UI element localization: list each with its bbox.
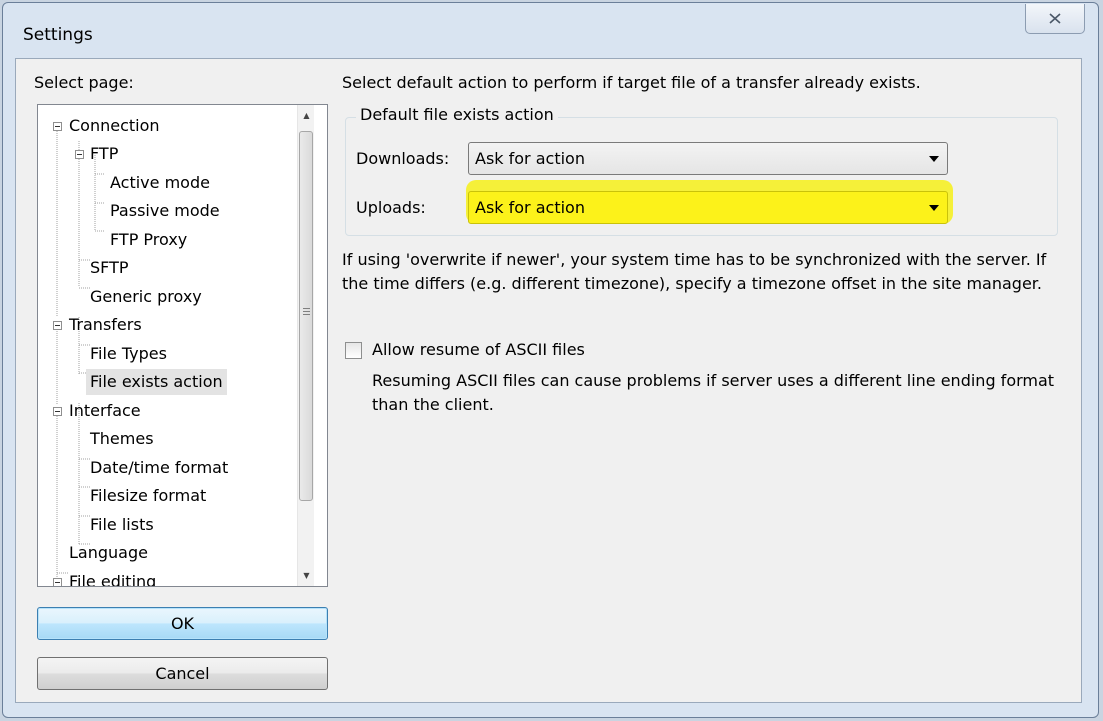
scroll-thumb[interactable] bbox=[299, 131, 313, 501]
tree-item-interface[interactable]: Interface bbox=[65, 398, 145, 424]
tree-item-themes[interactable]: Themes bbox=[86, 426, 158, 452]
downloads-value: Ask for action bbox=[475, 149, 585, 168]
tree-item-ftp[interactable]: FTP bbox=[86, 141, 122, 167]
dropdown-arrow-icon bbox=[929, 156, 939, 162]
tree-item-file-exists-action[interactable]: File exists action bbox=[86, 369, 227, 395]
resume-ascii-checkbox[interactable] bbox=[345, 342, 362, 359]
group-title: Default file exists action bbox=[356, 105, 558, 124]
dropdown-arrow-icon bbox=[929, 205, 939, 211]
downloads-select[interactable]: Ask for action bbox=[468, 142, 948, 175]
connection-collapse-icon[interactable] bbox=[53, 122, 62, 131]
intro-text: Select default action to perform if targ… bbox=[342, 73, 921, 92]
title-bar[interactable]: Settings bbox=[3, 3, 1098, 63]
scroll-down-arrow-icon[interactable]: ▼ bbox=[298, 567, 315, 584]
tree-item-file-types[interactable]: File Types bbox=[86, 341, 171, 367]
tree-item-ftp-proxy[interactable]: FTP Proxy bbox=[106, 227, 191, 253]
downloads-label: Downloads: bbox=[356, 149, 450, 168]
tree-item-generic-proxy[interactable]: Generic proxy bbox=[86, 284, 206, 310]
tree-item-passive-mode[interactable]: Passive mode bbox=[106, 198, 224, 224]
tree-scrollbar[interactable]: ▲ ▼ bbox=[297, 105, 314, 586]
uploads-select[interactable]: Ask for action bbox=[468, 191, 948, 224]
window-title: Settings bbox=[23, 25, 93, 45]
uploads-value: Ask for action bbox=[475, 198, 585, 217]
scroll-up-arrow-icon[interactable]: ▲ bbox=[298, 107, 315, 124]
interface-collapse-icon[interactable] bbox=[53, 407, 62, 416]
tree-item-file-lists[interactable]: File lists bbox=[86, 512, 158, 538]
page-tree[interactable]: Connection FTP Active mode Passive mode … bbox=[37, 104, 328, 587]
transfers-collapse-icon[interactable] bbox=[53, 321, 62, 330]
close-icon bbox=[1049, 13, 1061, 24]
uploads-label: Uploads: bbox=[356, 198, 426, 217]
tree-item-language[interactable]: Language bbox=[65, 540, 152, 566]
ftp-collapse-icon[interactable] bbox=[75, 150, 84, 159]
file-editing-collapse-icon[interactable] bbox=[53, 578, 62, 586]
select-page-label: Select page: bbox=[34, 73, 134, 92]
tree-item-transfers[interactable]: Transfers bbox=[65, 312, 146, 338]
tree-item-connection[interactable]: Connection bbox=[65, 113, 164, 139]
scroll-grip-icon bbox=[303, 308, 310, 317]
ok-button[interactable]: OK bbox=[37, 607, 328, 640]
resume-ascii-label[interactable]: Allow resume of ASCII files bbox=[372, 340, 585, 359]
cancel-button[interactable]: Cancel bbox=[37, 657, 328, 690]
close-button[interactable] bbox=[1025, 4, 1085, 34]
dialog-body: Select page: Connection FTP Active mode … bbox=[15, 58, 1082, 703]
tree-item-sftp[interactable]: SFTP bbox=[86, 255, 133, 281]
tree-item-active-mode[interactable]: Active mode bbox=[106, 170, 214, 196]
tree-item-filesize-format[interactable]: Filesize format bbox=[86, 483, 210, 509]
tree-item-date-time-format[interactable]: Date/time format bbox=[86, 455, 232, 481]
tree-item-file-editing[interactable]: File editing bbox=[65, 569, 160, 586]
time-sync-note: If using 'overwrite if newer', your syst… bbox=[342, 250, 1047, 293]
resume-ascii-description: Resuming ASCII files can cause problems … bbox=[372, 371, 1055, 414]
